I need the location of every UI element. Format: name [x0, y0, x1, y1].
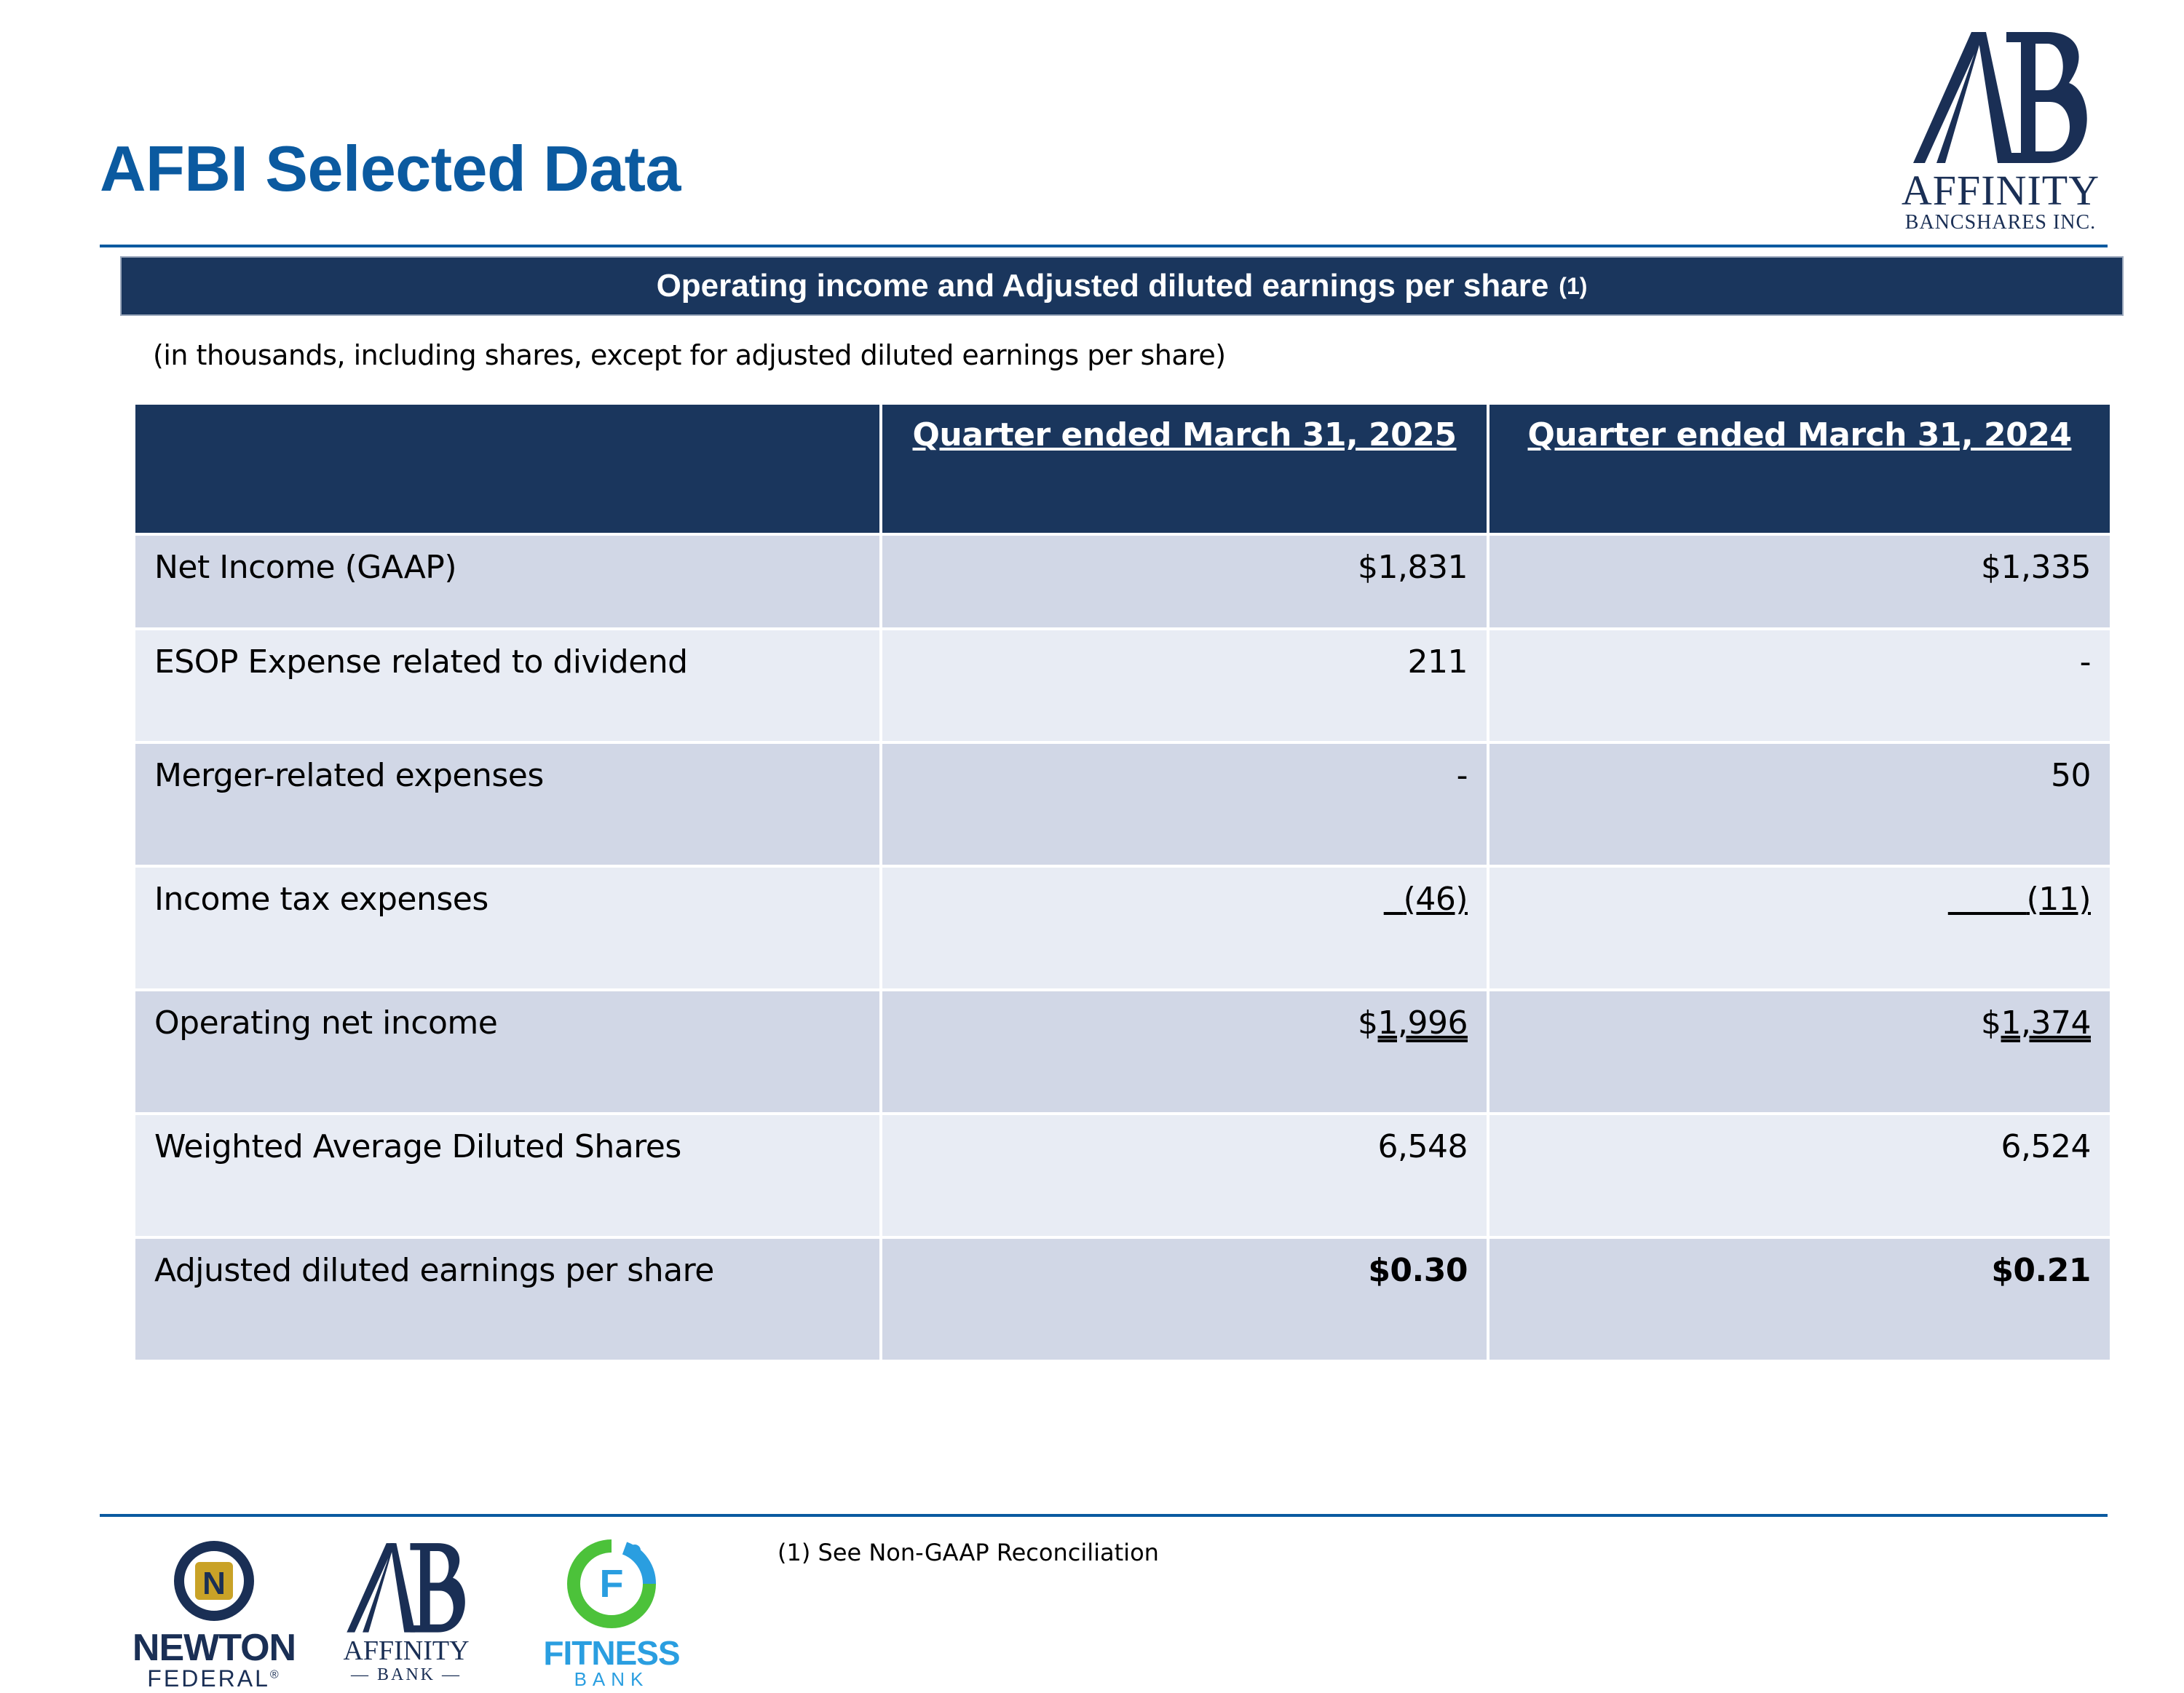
bottom-divider	[100, 1514, 2108, 1517]
table-row: Weighted Average Diluted Shares 6,548 6,…	[132, 1112, 2113, 1239]
affinity-bancshares-logo: AFFINITY BANCSHARES INC.	[1890, 28, 2111, 239]
units-note: (in thousands, including shares, except …	[153, 339, 1226, 371]
table-row: Merger-related expenses - 50	[132, 741, 2113, 868]
value-q2024: $1,374	[1487, 988, 2113, 1115]
affinity-bank-name: AFFINITY	[343, 1635, 470, 1666]
currency-symbol: $	[1358, 1004, 1378, 1042]
double-underlined-value: 1,996	[1377, 1004, 1468, 1042]
ab-monogram-icon	[1913, 32, 2087, 163]
value-q2025: $1,831	[879, 533, 1489, 630]
fitness-name: FITNESS	[543, 1634, 680, 1672]
banner-title: Operating income and Adjusted diluted ea…	[656, 268, 1549, 304]
affinity-bank-sub: — BANK —	[350, 1665, 462, 1684]
newton-name: NEWTON	[132, 1627, 296, 1669]
footnote: (1) See Non-GAAP Reconciliation	[778, 1539, 1159, 1566]
value-q2025: $0.30	[879, 1236, 1489, 1363]
row-label: Merger-related expenses	[132, 741, 882, 868]
table-row: ESOP Expense related to dividend 211 -	[132, 627, 2113, 744]
table-row: Net Income (GAAP) $1,831 $1,335	[132, 533, 2113, 630]
newton-registered: ®	[269, 1668, 281, 1681]
newton-n-icon: N	[174, 1541, 254, 1621]
header-blank	[132, 402, 882, 536]
top-divider	[100, 245, 2108, 247]
banner-footnote-ref: (1)	[1559, 272, 1588, 299]
value-q2024: $0.21	[1487, 1236, 2113, 1363]
corp-logo-name: AFFINITY	[1901, 167, 2100, 214]
value-q2025: 6,548	[879, 1112, 1489, 1239]
underline-leader	[1384, 881, 1404, 918]
header-q2025: Quarter ended March 31, 2025	[879, 402, 1489, 536]
selected-data-table: Quarter ended March 31, 2025 Quarter end…	[132, 402, 2113, 1363]
newton-sub: FEDERAL®	[127, 1665, 301, 1692]
row-label: Adjusted diluted earnings per share	[132, 1236, 882, 1363]
underline-leader	[1948, 881, 2027, 918]
row-label: Income tax expenses	[132, 865, 882, 991]
newton-mark-text: N	[202, 1566, 226, 1601]
value-q2024: 50	[1487, 741, 2113, 868]
affinity-bank-logo: AFFINITY — BANK —	[333, 1540, 479, 1693]
corp-logo-subtitle: BANCSHARES INC.	[1904, 211, 2097, 234]
currency-symbol: $	[1981, 1004, 2001, 1042]
value-q2025: 211	[879, 627, 1489, 744]
value-q2024: 6,524	[1487, 1112, 2113, 1239]
table-header-row: Quarter ended March 31, 2025 Quarter end…	[132, 402, 2113, 536]
value-q2024: (11)	[1487, 865, 2113, 991]
fitness-mark-text: F	[600, 1562, 624, 1606]
table-row: Income tax expenses (46) (11)	[132, 865, 2113, 991]
newton-federal-logo: N NEWTON FEDERAL®	[127, 1540, 301, 1693]
row-label: Operating net income	[132, 988, 882, 1115]
value-q2025: $1,996	[879, 988, 1489, 1115]
header-q2024: Quarter ended March 31, 2024	[1487, 402, 2113, 536]
fitness-bank-logo: F FITNESS BANK	[539, 1534, 684, 1693]
value-q2024: $1,335	[1487, 533, 2113, 630]
ab-monogram-small-icon	[347, 1543, 465, 1633]
fitness-sub: BANK	[574, 1668, 649, 1690]
underlined-value: (11)	[2026, 881, 2092, 918]
fitness-f-icon: F	[567, 1539, 657, 1628]
row-label: ESOP Expense related to dividend	[132, 627, 882, 744]
double-underlined-value: 1,374	[2001, 1004, 2092, 1042]
value-q2024: -	[1487, 627, 2113, 744]
section-banner: Operating income and Adjusted diluted ea…	[120, 256, 2124, 316]
row-label: Weighted Average Diluted Shares	[132, 1112, 882, 1239]
table-row: Operating net income $1,996 $1,374	[132, 988, 2113, 1115]
value-q2025: -	[879, 741, 1489, 868]
row-label: Net Income (GAAP)	[132, 533, 882, 630]
underlined-value: (46)	[1403, 881, 1468, 918]
table-row: Adjusted diluted earnings per share $0.3…	[132, 1236, 2113, 1363]
newton-sub-text: FEDERAL	[147, 1665, 270, 1692]
value-q2025: (46)	[879, 865, 1489, 991]
page-title: AFBI Selected Data	[100, 132, 681, 205]
